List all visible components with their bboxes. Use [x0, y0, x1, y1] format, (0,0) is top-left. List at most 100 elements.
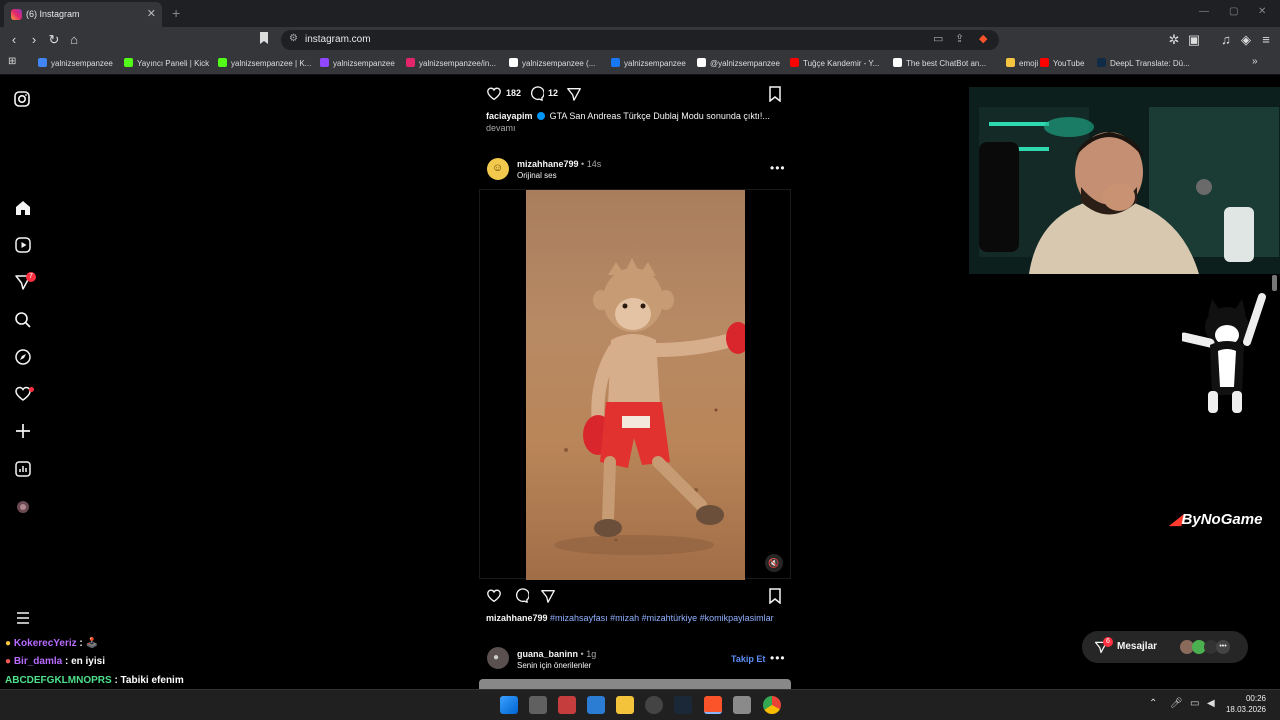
post-audio[interactable]: Orijinal ses — [517, 171, 557, 180]
steam-icon[interactable] — [674, 696, 692, 714]
task-view-icon[interactable] — [529, 696, 547, 714]
network-icon[interactable]: ▭ — [1190, 698, 1199, 709]
chat-text-3: Tabiki efenim — [117, 675, 184, 686]
app-icon[interactable] — [733, 696, 751, 714]
maximize-icon[interactable]: ▢ — [1229, 6, 1238, 17]
chat-text-2: en iyisi — [68, 656, 105, 667]
bookmark-item[interactable]: emoji — [1006, 58, 1038, 68]
snipping-tool-icon[interactable] — [558, 696, 576, 714]
wallet-icon[interactable]: ◈ — [1238, 32, 1254, 48]
create-icon[interactable] — [14, 422, 34, 442]
bookmark-favicon-icon — [1040, 58, 1049, 67]
tray-chevron-icon[interactable]: ⌃ — [1149, 698, 1157, 709]
bookmark-icon[interactable] — [256, 32, 272, 47]
bookmark-item[interactable]: Tuğçe Kandemir - Y... — [790, 58, 879, 68]
home-nav-icon[interactable] — [14, 199, 34, 219]
like-icon[interactable] — [486, 588, 502, 604]
volume-icon[interactable]: ◀︎ — [1207, 698, 1215, 709]
bookmark-item[interactable]: yalnizsempanzee — [611, 58, 686, 68]
bookmark-item[interactable]: yalnizsempanzee | K... — [218, 58, 311, 68]
next-post-username[interactable]: guana_baninn — [517, 649, 578, 659]
sidebar-toggle-icon[interactable]: ▣ — [1186, 32, 1202, 48]
reload-icon[interactable]: ↻ — [46, 32, 62, 48]
save-icon[interactable] — [768, 86, 782, 102]
bookmark-item[interactable]: yalnizsempanzee/in... — [406, 58, 496, 68]
close-window-icon[interactable]: ✕ — [1258, 6, 1266, 17]
clock-date[interactable]: 18.03.2026 — [1222, 705, 1266, 714]
bookmark-item[interactable]: DeepL Translate: Dü... — [1097, 58, 1190, 68]
back-icon[interactable]: ‹ — [6, 32, 22, 47]
comment-icon[interactable] — [513, 588, 529, 604]
page-scrollbar[interactable] — [1272, 275, 1277, 291]
tab-instagram[interactable]: (6) Instagram ✕ — [4, 2, 162, 27]
site-settings-icon[interactable]: ⚙ — [289, 33, 298, 44]
photos-app-icon[interactable] — [587, 696, 605, 714]
reels-icon[interactable] — [14, 236, 34, 256]
comment-icon[interactable] — [528, 86, 544, 102]
menu-icon[interactable]: ≡ — [1258, 32, 1274, 47]
bookmark-label: Tuğçe Kandemir - Y... — [803, 59, 880, 68]
url-field[interactable]: ⚙ instagram.com ▭ ⇪ ◆ — [281, 30, 999, 50]
post-options-icon[interactable]: ••• — [770, 161, 786, 175]
dashboard-icon[interactable] — [14, 460, 34, 480]
home-icon[interactable]: ⌂ — [66, 32, 82, 47]
start-menu-icon[interactable] — [500, 696, 518, 714]
bynogame-logo-text: ByNoGame — [1181, 511, 1263, 528]
video-frame — [526, 190, 745, 580]
bookmark-item[interactable]: yalnizsempanzee — [38, 58, 113, 68]
apps-grid-icon[interactable]: ⊞ — [8, 56, 16, 67]
like-icon[interactable] — [486, 86, 502, 102]
tab-close-icon[interactable]: ✕ — [147, 7, 156, 20]
bookmark-item[interactable]: Yayıncı Paneli | Kick — [124, 58, 209, 68]
bynogame-logo: ◢ByNoGame — [1170, 510, 1262, 528]
new-tab-icon[interactable]: + — [172, 5, 180, 21]
post-username[interactable]: mizahhane799 — [517, 159, 579, 169]
share-icon[interactable] — [566, 86, 582, 102]
prev-post-more-link[interactable]: devamı — [486, 123, 516, 133]
next-post-media[interactable] — [479, 679, 791, 689]
bookmark-item[interactable]: YouTube — [1040, 58, 1084, 68]
obs-icon[interactable] — [645, 696, 663, 714]
save-icon[interactable] — [768, 588, 782, 604]
microphone-icon[interactable]: 🎤︎ — [1170, 698, 1183, 709]
caption-hashtags[interactable]: #mizahsayfası #mizah #mizahtürkiye #komi… — [550, 613, 774, 623]
caption-username[interactable]: mizahhane799 — [486, 613, 548, 623]
bookmark-item[interactable]: yalnizsempanzee — [320, 58, 395, 68]
forward-icon[interactable]: › — [26, 32, 42, 47]
extensions-icon[interactable]: ✲ — [1166, 32, 1182, 48]
instagram-page: 7 182 12 faciayapim GTA San Andreas Türk… — [0, 75, 1280, 689]
bookmark-favicon-icon — [406, 58, 415, 67]
search-icon[interactable] — [14, 311, 34, 331]
post-video[interactable]: 🔇 — [479, 189, 791, 580]
more-bookmarks-icon[interactable]: » — [1252, 56, 1258, 67]
post-avatar[interactable]: ☺ — [487, 158, 509, 180]
tab-bar: (6) Instagram ✕ + — ▢ ✕ — [0, 0, 1280, 27]
share-icon[interactable] — [540, 588, 556, 604]
cast-icon[interactable]: ▭ — [933, 32, 943, 45]
brave-browser-icon[interactable] — [704, 696, 722, 714]
follow-button[interactable]: Takip Et — [731, 654, 765, 664]
brave-shield-icon[interactable]: ◆ — [979, 32, 987, 45]
bookmark-favicon-icon — [218, 58, 227, 67]
boxing-monkey-image — [554, 258, 745, 555]
instagram-logo-icon[interactable] — [14, 91, 34, 111]
prev-post-username[interactable]: faciayapim — [486, 111, 533, 121]
chat-message-1: ● KokerecYeriz : 🕹️ — [5, 638, 98, 649]
bookmark-item[interactable]: yalnizsempanzee (... — [509, 58, 595, 68]
clock-time[interactable]: 00:26 — [1230, 694, 1266, 703]
more-menu-icon[interactable] — [14, 609, 34, 629]
minimize-icon[interactable]: — — [1199, 6, 1209, 17]
profile-avatar-icon[interactable] — [14, 498, 34, 518]
media-icon[interactable]: ♫ — [1218, 32, 1234, 47]
share-icon[interactable]: ⇪ — [955, 32, 964, 45]
file-explorer-icon[interactable] — [616, 696, 634, 714]
messages-button[interactable]: 6 Mesajlar ••• — [1082, 631, 1248, 663]
chat-user-2: Bir_damla — [13, 656, 63, 667]
bookmark-item[interactable]: The best ChatBot an... — [893, 58, 986, 68]
chrome-icon[interactable] — [763, 696, 781, 714]
bookmark-item[interactable]: @yalnizsempanzee — [697, 58, 780, 68]
next-post-options-icon[interactable]: ••• — [770, 651, 786, 665]
explore-icon[interactable] — [14, 348, 34, 368]
mute-icon[interactable]: 🔇 — [765, 554, 783, 572]
next-post-avatar[interactable]: ● — [487, 647, 509, 669]
